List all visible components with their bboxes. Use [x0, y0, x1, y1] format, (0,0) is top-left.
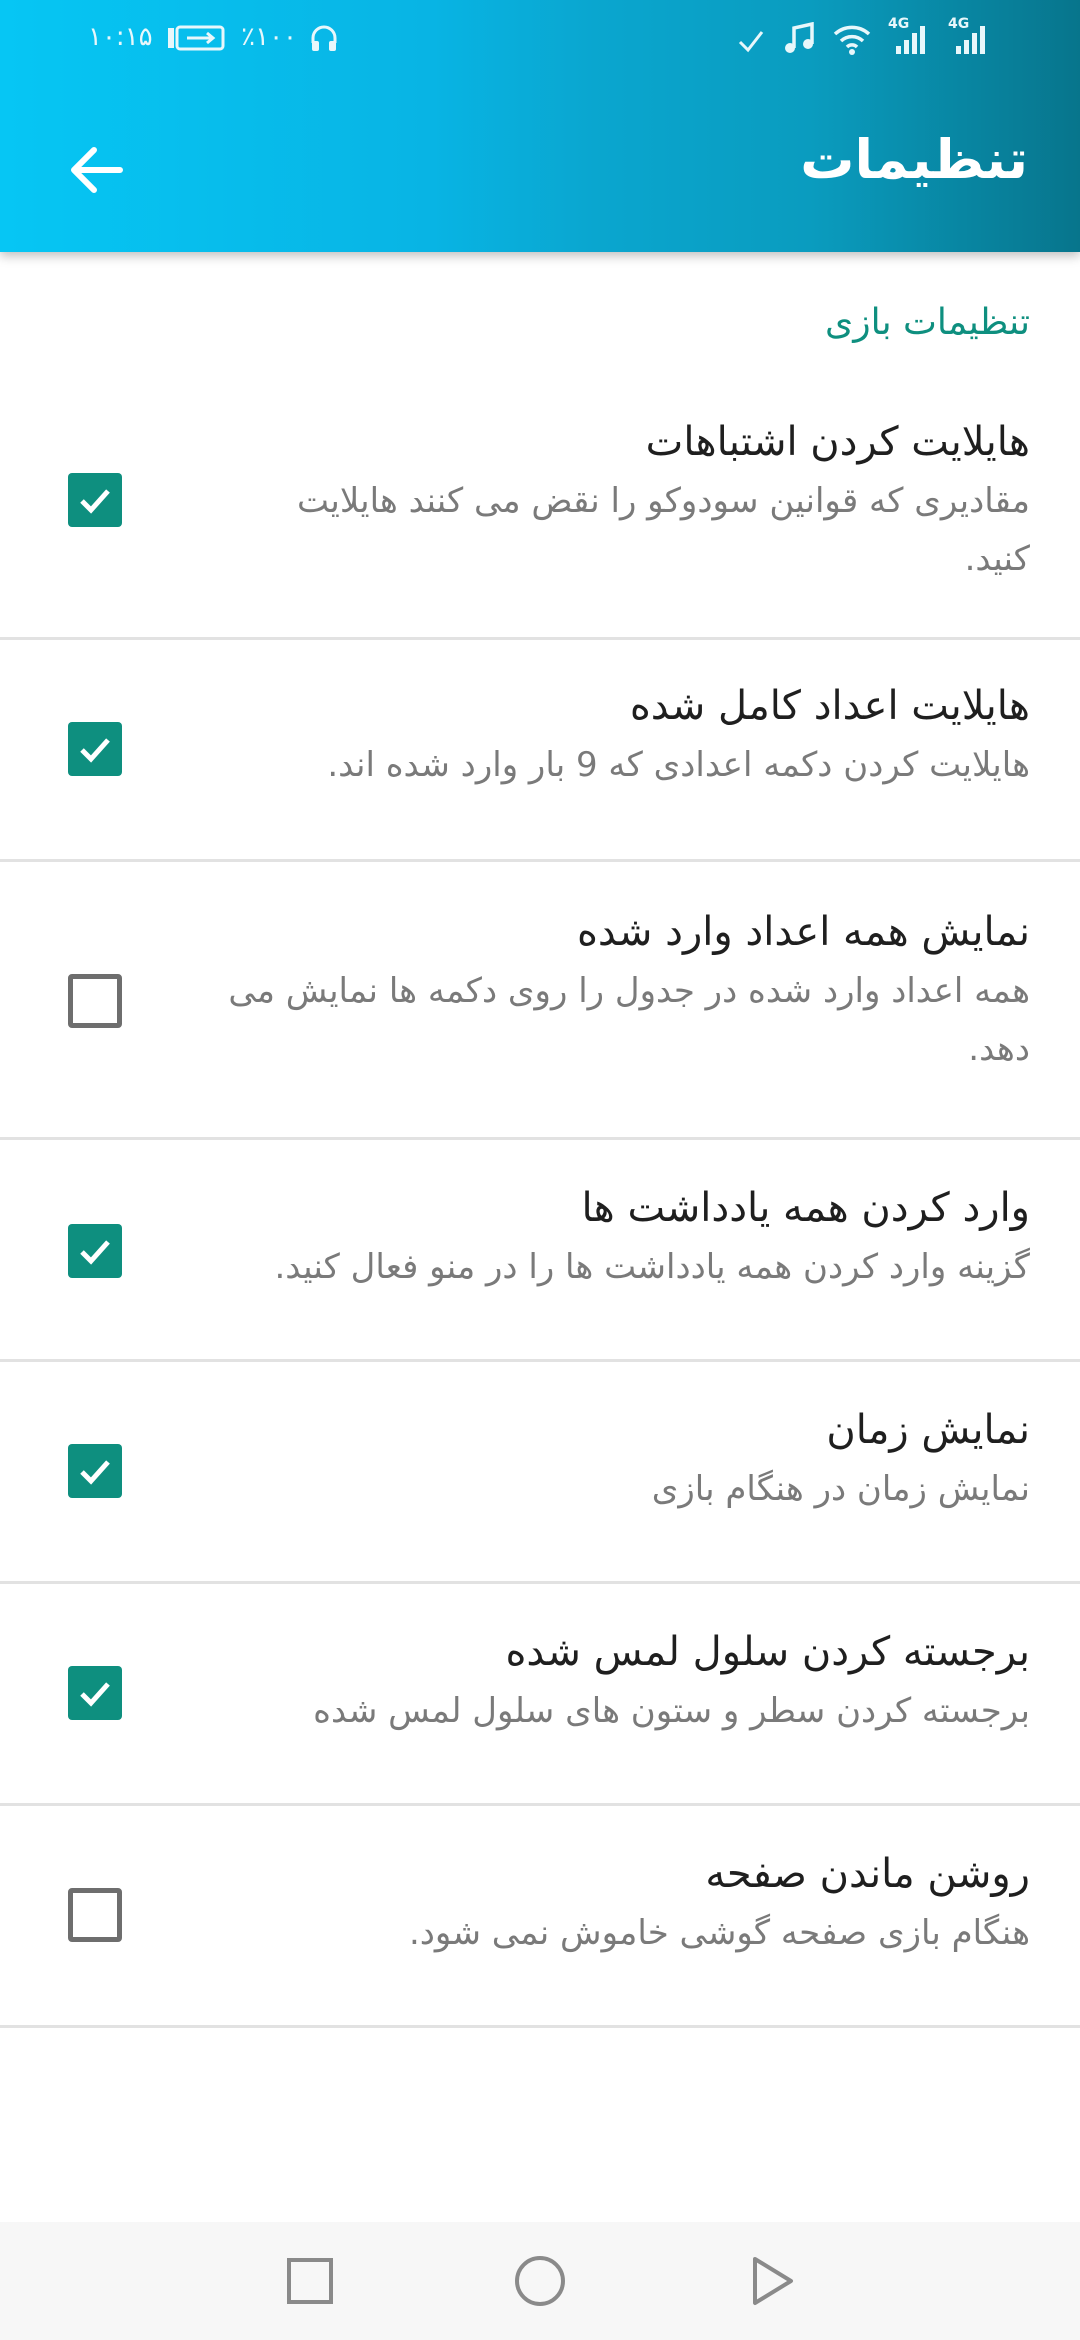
checkbox-checked[interactable]	[68, 1444, 122, 1498]
arrow-left-icon	[71, 147, 123, 193]
check-mark-icon	[738, 31, 764, 53]
signal-bars-icon	[956, 26, 985, 54]
setting-title: هایلایت کردن اشتباهات	[645, 419, 1030, 465]
usb-icon	[167, 25, 225, 50]
status-time: ۱۰:۱۵	[88, 22, 153, 52]
recents-button[interactable]	[275, 2246, 345, 2316]
circle-icon	[515, 2256, 565, 2306]
wifi-icon	[833, 25, 871, 55]
setting-text: روشن ماندن صفحه هنگام بازی صفحه گوشی خام…	[190, 1846, 1030, 1962]
check-icon	[80, 489, 110, 514]
setting-highlight-completed-numbers[interactable]: هایلایت اعداد کامل شده هایلایت کردن دکمه…	[0, 640, 1080, 862]
setting-description: هنگام بازی صفحه گوشی خاموش نمی شود.	[408, 1913, 1030, 1953]
setting-title: وارد کردن همه یادداشت ها	[581, 1185, 1030, 1231]
setting-highlight-mistakes[interactable]: هایلایت کردن اشتباهات مقادیری که قوانین …	[0, 388, 1080, 640]
setting-description: نمایش زمان در هنگام بازی	[651, 1469, 1030, 1509]
setting-description: هایلایت کردن دکمه اعدادی که 9 بار وارد ش…	[327, 745, 1030, 785]
setting-description: گزینه وارد کردن همه یادداشت ها را در منو…	[274, 1247, 1030, 1287]
setting-enter-all-notes[interactable]: وارد کردن همه یادداشت ها گزینه وارد کردن…	[0, 1140, 1080, 1362]
home-button[interactable]	[505, 2246, 575, 2316]
signal-bars-icon	[896, 26, 925, 54]
setting-text: برجسته کردن سلول لمس شده برجسته کردن سطر…	[190, 1624, 1030, 1740]
checkbox-unchecked[interactable]	[68, 1888, 122, 1942]
signal-2: 4G	[948, 16, 992, 56]
status-bar: ۱۰:۱۵ ٪۱۰۰ 4G 4G	[0, 0, 1080, 84]
setting-text: وارد کردن همه یادداشت ها گزینه وارد کردن…	[190, 1180, 1030, 1296]
app-bar: ۱۰:۱۵ ٪۱۰۰ 4G 4G تنظیمات	[0, 0, 1080, 252]
checkbox-checked[interactable]	[68, 473, 122, 527]
check-icon	[80, 738, 110, 763]
setting-text: هایلایت اعداد کامل شده هایلایت کردن دکمه…	[190, 678, 1030, 794]
setting-description: مقادیری که قوانین سودوکو را نقض می کنند …	[296, 481, 1030, 579]
check-icon	[80, 1460, 110, 1485]
headphones-icon	[311, 25, 337, 51]
setting-show-time[interactable]: نمایش زمان نمایش زمان در هنگام بازی	[0, 1362, 1080, 1584]
checkbox-checked[interactable]	[68, 1666, 122, 1720]
back-button[interactable]	[56, 130, 136, 210]
back-nav-button[interactable]	[736, 2246, 806, 2316]
signal-1: 4G	[888, 16, 932, 56]
music-note-icon	[785, 22, 814, 53]
setting-text: نمایش همه اعداد وارد شده همه اعداد وارد …	[190, 904, 1030, 1078]
page-title: تنظیمات	[800, 128, 1028, 191]
square-icon	[287, 2258, 333, 2304]
status-battery: ٪۱۰۰	[241, 22, 298, 52]
check-icon	[80, 1240, 110, 1265]
check-icon	[80, 1682, 110, 1707]
setting-title: هایلایت اعداد کامل شده	[629, 683, 1030, 729]
setting-title: نمایش همه اعداد وارد شده	[576, 909, 1030, 955]
setting-text: هایلایت کردن اشتباهات مقادیری که قوانین …	[190, 414, 1030, 588]
status-left: ۱۰:۱۵ ٪۱۰۰	[88, 22, 339, 53]
system-nav-bar	[0, 2222, 1080, 2340]
setting-title: برجسته کردن سلول لمس شده	[505, 1629, 1030, 1675]
checkbox-checked[interactable]	[68, 1224, 122, 1278]
setting-show-all-entered-numbers[interactable]: نمایش همه اعداد وارد شده همه اعداد وارد …	[0, 862, 1080, 1140]
setting-title: روشن ماندن صفحه	[705, 1851, 1030, 1897]
setting-description: همه اعداد وارد شده در جدول را روی دکمه ه…	[228, 971, 1030, 1069]
section-header: تنظیمات بازی	[825, 302, 1030, 343]
setting-text: نمایش زمان نمایش زمان در هنگام بازی	[190, 1402, 1030, 1518]
triangle-back-icon	[753, 2257, 793, 2305]
setting-keep-screen-on[interactable]: روشن ماندن صفحه هنگام بازی صفحه گوشی خام…	[0, 1806, 1080, 2028]
status-right: 4G 4G	[736, 16, 992, 56]
checkbox-unchecked[interactable]	[68, 974, 122, 1028]
setting-description: برجسته کردن سطر و ستون های سلول لمس شده	[313, 1691, 1030, 1731]
setting-highlight-touched-cell[interactable]: برجسته کردن سلول لمس شده برجسته کردن سطر…	[0, 1584, 1080, 1806]
checkbox-checked[interactable]	[68, 722, 122, 776]
setting-title: نمایش زمان	[826, 1407, 1030, 1453]
